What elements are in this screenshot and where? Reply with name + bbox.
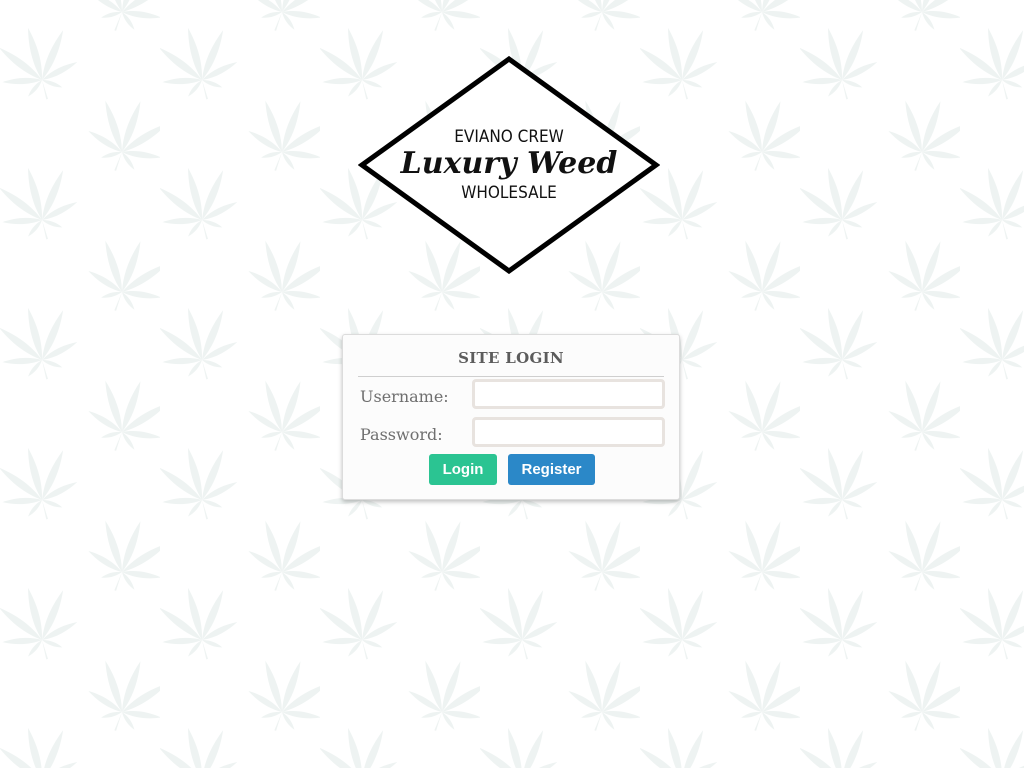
username-input[interactable]: [472, 379, 665, 409]
logo-line-2: Luxury Weed: [400, 146, 618, 181]
panel-title: SITE LOGIN: [458, 349, 564, 367]
password-input[interactable]: [472, 417, 665, 447]
logo-line-3: WHOLESALE: [461, 183, 557, 203]
logo-line-1: EVIANO CREW: [454, 127, 564, 147]
login-button[interactable]: Login: [429, 454, 497, 485]
site-login-panel: SITE LOGIN Username: Password: Login Reg…: [342, 334, 680, 500]
password-label: Password:: [360, 425, 443, 444]
title-divider: [358, 376, 664, 377]
register-button[interactable]: Register: [508, 454, 595, 485]
eviano-crew-logo: EVIANO CREW Luxury Weed WHOLESALE: [358, 56, 660, 274]
username-label: Username:: [360, 387, 449, 406]
